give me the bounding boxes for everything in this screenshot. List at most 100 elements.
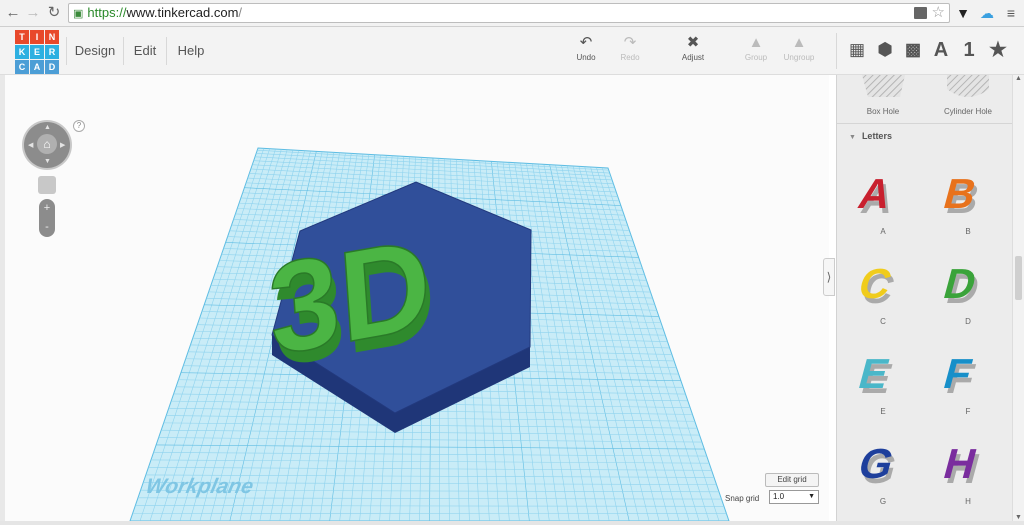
undo-icon: ↶ [579, 34, 593, 51]
logo-letter: N [45, 30, 59, 44]
menu-design[interactable]: Design [72, 27, 118, 75]
url-path: / [238, 5, 243, 20]
url-host: www.tinkercad.com [126, 5, 239, 20]
undo-button[interactable]: ↶ Undo [564, 33, 608, 62]
orbit-left-icon[interactable]: ◀ [28, 141, 33, 149]
browser-toolbar: ← → ↻ ▣ https://www.tinkercad.com/ ☆ ▼ ☁ … [0, 0, 1024, 27]
separator [123, 37, 124, 65]
text-tool[interactable]: A [929, 38, 953, 62]
app-toolbar: T I N K E R C A D Design Edit Help ↶ Und… [0, 27, 1024, 75]
fit-view-icon[interactable] [38, 176, 56, 194]
adjust-label: Adjust [681, 53, 705, 62]
page-action-icon[interactable] [914, 7, 927, 19]
letter-shape-d[interactable]: DDD [924, 253, 1012, 326]
orbit-right-icon[interactable]: ▶ [60, 141, 65, 149]
logo-letter: E [30, 45, 44, 59]
logo-letter: C [15, 60, 29, 74]
solid-view-icon[interactable]: ⬢ [873, 38, 897, 62]
redo-button[interactable]: ↷ Redo [608, 33, 652, 62]
tinkercad-logo[interactable]: T I N K E R C A D [15, 30, 60, 75]
lock-icon: ▣ [73, 8, 84, 20]
adjust-button[interactable]: ✖ Adjust [671, 33, 715, 62]
forward-icon[interactable]: → [24, 4, 42, 22]
group-button[interactable]: ▲ Group [734, 33, 778, 62]
zoom-in-button[interactable]: + [39, 199, 55, 218]
letter-thumbnail: HH [938, 433, 998, 492]
logo-letter: I [30, 30, 44, 44]
zoom-out-button[interactable]: - [39, 218, 55, 237]
letter-glyph: H [938, 440, 982, 487]
letter-shape-b[interactable]: BBB [924, 163, 1012, 236]
ungroup-label: Ungroup [783, 53, 815, 62]
view-navigation-dpad[interactable]: ▲ ▼ ◀ ▶ ⌂ [24, 122, 70, 168]
snap-grid-value: 1.0 [773, 492, 785, 501]
letter-shape-a[interactable]: AAA [839, 163, 927, 236]
address-bar[interactable]: ▣ https://www.tinkercad.com/ ☆ [68, 3, 950, 23]
bookmark-star-icon[interactable]: ☆ [932, 4, 945, 22]
redo-icon: ↷ [623, 34, 637, 51]
panel-collapse-toggle[interactable]: ⟩ [823, 258, 835, 296]
menu-help[interactable]: Help [172, 27, 210, 75]
reload-icon[interactable]: ↻ [45, 4, 63, 22]
letter-thumbnail: AA [853, 163, 913, 222]
letter-thumbnail: FF [938, 343, 998, 402]
group-label: Group [744, 53, 768, 62]
letter-shape-c[interactable]: CCC [839, 253, 927, 326]
grid-view-icon[interactable]: ▦ [845, 38, 869, 62]
letter-label: H [965, 497, 971, 506]
letter-shape-g[interactable]: GGG [839, 433, 927, 506]
scene: 3D 3D [129, 147, 730, 522]
letter-label: F [965, 407, 971, 416]
cylinder-hole-thumbnail[interactable] [947, 75, 989, 97]
bottom-frame [0, 521, 1024, 525]
pattern-view-icon[interactable]: ▩ [901, 38, 925, 62]
scrollbar-thumb[interactable] [1015, 256, 1022, 300]
panel-scrollbar[interactable]: ▲ ▼ [1012, 75, 1024, 521]
snap-grid-select[interactable]: 1.0 ▼ [769, 490, 819, 504]
letters-section-title: Letters [861, 131, 892, 141]
browser-menu-icon[interactable]: ≡ [1003, 5, 1019, 21]
model-text[interactable]: 3D [264, 211, 437, 384]
logo-letter: A [30, 60, 44, 74]
logo-letter: D [45, 60, 59, 74]
separator [836, 33, 837, 69]
cylinder-hole-label: Cylinder Hole [943, 107, 993, 116]
extension-icon[interactable]: ▼ [955, 5, 971, 21]
ungroup-icon: ▲ [791, 34, 807, 51]
orbit-up-icon[interactable]: ▲ [44, 124, 51, 131]
scroll-down-icon[interactable]: ▼ [1015, 514, 1022, 521]
letter-thumbnail: CC [853, 253, 913, 312]
home-view-icon[interactable]: ⌂ [37, 134, 57, 154]
separator [66, 37, 67, 65]
edit-grid-button[interactable]: Edit grid [765, 473, 819, 487]
letter-label: E [880, 407, 886, 416]
letter-thumbnail: EE [853, 343, 913, 402]
letter-shape-h[interactable]: HHH [924, 433, 1012, 506]
back-icon[interactable]: ← [4, 4, 22, 22]
logo-letter: T [15, 30, 29, 44]
letter-label: C [880, 317, 886, 326]
letter-shape-f[interactable]: FFF [924, 343, 1012, 416]
design-viewport[interactable]: 3D 3D Workplane ▲ ▼ ◀ ▶ ⌂ ? + - Edit gri… [5, 75, 829, 522]
letter-glyph: B [938, 170, 982, 217]
url-protocol: https:// [87, 5, 127, 20]
workplane-label: Workplane [143, 475, 256, 498]
letter-shape-e[interactable]: EEE [839, 343, 927, 416]
menu-edit[interactable]: Edit [127, 27, 163, 75]
cloud-extension-icon[interactable]: ☁ [979, 5, 995, 21]
zoom-control: + - [39, 199, 55, 237]
letter-glyph: D [938, 260, 982, 307]
letters-section-header[interactable]: ▼ Letters [849, 131, 892, 141]
orbit-down-icon[interactable]: ▼ [44, 158, 51, 165]
letter-thumbnail: GG [853, 433, 913, 492]
scroll-up-icon[interactable]: ▲ [1015, 75, 1022, 82]
box-hole-label: Box Hole [866, 107, 900, 116]
number-tool[interactable]: 1 [957, 38, 981, 62]
snap-grid-label: Snap grid [725, 494, 760, 503]
collapse-triangle-icon: ▼ [849, 134, 856, 141]
letter-label: D [965, 317, 971, 326]
ungroup-button[interactable]: ▲ Ungroup [777, 33, 821, 62]
favorites-star-icon[interactable]: ★ [986, 38, 1010, 62]
navigation-help[interactable]: ? [73, 120, 85, 132]
box-hole-thumbnail[interactable] [862, 75, 905, 97]
